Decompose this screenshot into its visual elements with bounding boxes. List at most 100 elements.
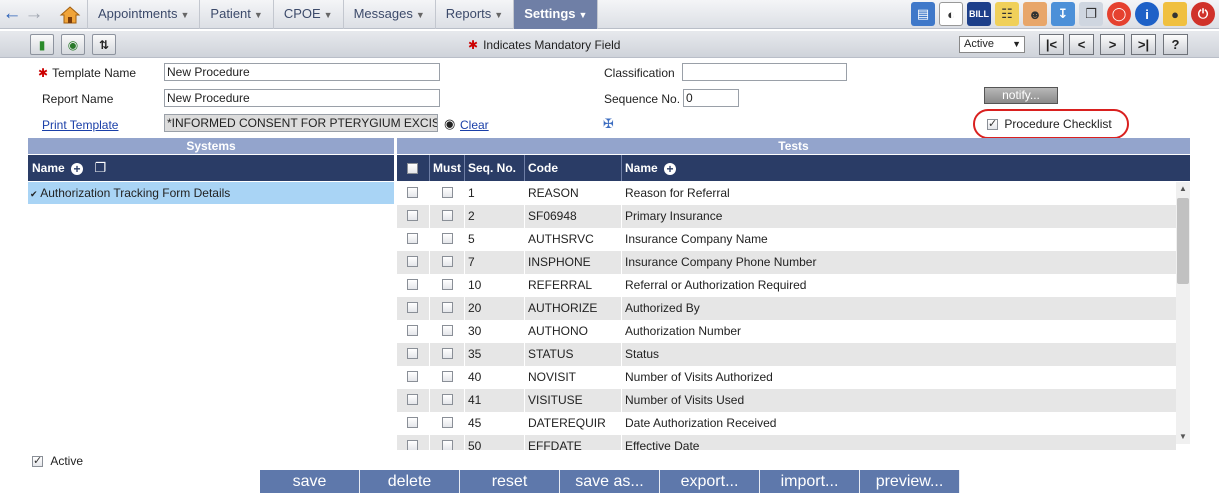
table-row[interactable]: 1 REASON Reason for Referral <box>397 182 1176 205</box>
procedure-checklist[interactable]: Procedure Checklist <box>987 117 1112 131</box>
table-row[interactable]: 5 AUTHSRVC Insurance Company Name <box>397 228 1176 251</box>
lifebuoy-icon[interactable]: ◯ <box>1107 2 1131 26</box>
add-system-icon[interactable]: + <box>71 162 84 175</box>
row-select-checkbox[interactable] <box>407 302 418 314</box>
menu-appointments[interactable]: Appointments ▼ <box>88 0 201 29</box>
menu-settings[interactable]: Settings ▼ <box>514 0 599 29</box>
home-button[interactable] <box>52 0 88 29</box>
sequence-input[interactable]: 0 <box>683 89 739 107</box>
table-row[interactable]: 7 INSPHONE Insurance Company Phone Number <box>397 251 1176 274</box>
menu-cpoe[interactable]: CPOE ▼ <box>274 0 344 29</box>
scroll-up-icon[interactable]: ▲ <box>1176 182 1190 196</box>
menu-reports[interactable]: Reports ▼ <box>436 0 515 29</box>
row-must-checkbox[interactable] <box>442 371 453 383</box>
save-as-button[interactable]: save as... <box>560 470 660 493</box>
template-name-input[interactable]: New Procedure <box>164 63 440 81</box>
info-icon[interactable]: i <box>1135 2 1159 26</box>
table-row[interactable]: 50 EFFDATE Effective Date <box>397 435 1176 450</box>
row-select-checkbox[interactable] <box>407 233 418 245</box>
notify-button[interactable]: notify... <box>984 87 1058 104</box>
back-arrow-icon[interactable]: ← <box>2 4 22 24</box>
report-name-input[interactable]: New Procedure <box>164 89 440 107</box>
table-row[interactable]: 35 STATUS Status <box>397 343 1176 366</box>
row-name: Reason for Referral <box>621 182 1176 205</box>
export-button[interactable]: export... <box>660 470 760 493</box>
print-template-link[interactable]: Print Template <box>42 118 118 132</box>
bill-icon[interactable]: BILL <box>967 2 991 26</box>
row-name: Status <box>621 343 1176 366</box>
table-row[interactable]: 10 REFERRAL Referral or Authorization Requ… <box>397 274 1176 297</box>
row-must-checkbox[interactable] <box>442 233 453 245</box>
row-select-checkbox[interactable] <box>407 440 418 450</box>
clear-link[interactable]: Clear <box>460 118 489 132</box>
scroll-down-icon[interactable]: ▼ <box>1176 430 1190 444</box>
row-must-checkbox[interactable] <box>442 348 453 360</box>
row-select-checkbox[interactable] <box>407 210 418 222</box>
dashboard-gauge-icon[interactable]: ◐ <box>939 2 963 26</box>
row-select-cell <box>397 228 429 251</box>
row-select-checkbox[interactable] <box>407 325 418 337</box>
list-item[interactable]: ✔ Authorization Tracking Form Details <box>28 182 394 204</box>
row-must-checkbox[interactable] <box>442 256 453 268</box>
row-select-checkbox[interactable] <box>407 279 418 291</box>
table-row[interactable]: 20 AUTHORIZE Authorized By <box>397 297 1176 320</box>
user-icon[interactable]: ☻ <box>1023 2 1047 26</box>
calendar-note-icon[interactable]: ☷ <box>995 2 1019 26</box>
classification-input[interactable] <box>682 63 847 81</box>
add-test-icon[interactable]: + <box>664 162 677 175</box>
next-record-button[interactable]: > <box>1100 34 1125 55</box>
status-select[interactable]: Active ▼ <box>959 36 1025 53</box>
binoculars-icon[interactable]: ◉ <box>444 116 455 132</box>
row-must-checkbox[interactable] <box>442 325 453 337</box>
procedure-checklist-checkbox[interactable] <box>987 117 998 131</box>
help-button[interactable]: ? <box>1163 34 1188 55</box>
document-download-icon[interactable]: ▤ <box>911 2 935 26</box>
row-must-checkbox[interactable] <box>442 210 453 222</box>
table-row[interactable]: 2 SF06948 Primary Insurance <box>397 205 1176 228</box>
documents-icon[interactable]: ❐ <box>1079 2 1103 26</box>
active-toggle[interactable]: Active <box>32 454 83 468</box>
row-select-checkbox[interactable] <box>407 394 418 406</box>
row-select-checkbox[interactable] <box>407 187 418 199</box>
table-row[interactable]: 45 DATEREQUIR Date Authorization Received <box>397 412 1176 435</box>
row-select-checkbox[interactable] <box>407 417 418 429</box>
delete-button[interactable]: delete <box>360 470 460 493</box>
copy-icon[interactable]: ❐ <box>94 160 106 175</box>
row-must-checkbox[interactable] <box>442 440 453 450</box>
find-button[interactable]: ◉ <box>61 34 85 55</box>
preview-button[interactable]: preview... <box>860 470 960 493</box>
row-select-checkbox[interactable] <box>407 371 418 383</box>
power-icon[interactable]: ⏻ <box>1191 2 1215 26</box>
scroll-thumb[interactable] <box>1177 198 1189 284</box>
share-icon[interactable]: ✠ <box>603 116 614 132</box>
select-all-checkbox[interactable] <box>407 163 418 175</box>
new-document-button[interactable]: ▮ <box>30 34 54 55</box>
reset-button[interactable]: reset <box>460 470 560 493</box>
table-row[interactable]: 41 VISITUSE Number of Visits Used <box>397 389 1176 412</box>
row-select-checkbox[interactable] <box>407 256 418 268</box>
row-name: Insurance Company Name <box>621 228 1176 251</box>
save-button[interactable]: save <box>260 470 360 493</box>
row-select-checkbox[interactable] <box>407 348 418 360</box>
menu-messages[interactable]: Messages ▼ <box>344 0 436 29</box>
row-must-checkbox[interactable] <box>442 302 453 314</box>
inbox-download-icon[interactable]: ↧ <box>1051 2 1075 26</box>
sort-button[interactable]: ⇅ <box>92 34 116 55</box>
forward-arrow-icon[interactable]: → <box>24 4 44 24</box>
row-must-checkbox[interactable] <box>442 187 453 199</box>
table-row[interactable]: 40 NOVISIT Number of Visits Authorized <box>397 366 1176 389</box>
row-must-checkbox[interactable] <box>442 394 453 406</box>
table-row[interactable]: 30 AUTHONO Authorization Number <box>397 320 1176 343</box>
lock-icon[interactable]: ● <box>1163 2 1187 26</box>
last-record-button[interactable]: >| <box>1131 34 1156 55</box>
first-record-button[interactable]: |< <box>1039 34 1064 55</box>
row-must-checkbox[interactable] <box>442 279 453 291</box>
new-document-icon: ▮ <box>38 37 46 52</box>
tests-scrollbar[interactable]: ▲ ▼ <box>1176 182 1190 444</box>
active-checkbox[interactable] <box>32 454 43 468</box>
chevron-down-icon: ▼ <box>578 10 588 20</box>
import-button[interactable]: import... <box>760 470 860 493</box>
previous-record-button[interactable]: < <box>1069 34 1094 55</box>
row-must-checkbox[interactable] <box>442 417 453 429</box>
menu-patient[interactable]: Patient ▼ <box>200 0 274 29</box>
